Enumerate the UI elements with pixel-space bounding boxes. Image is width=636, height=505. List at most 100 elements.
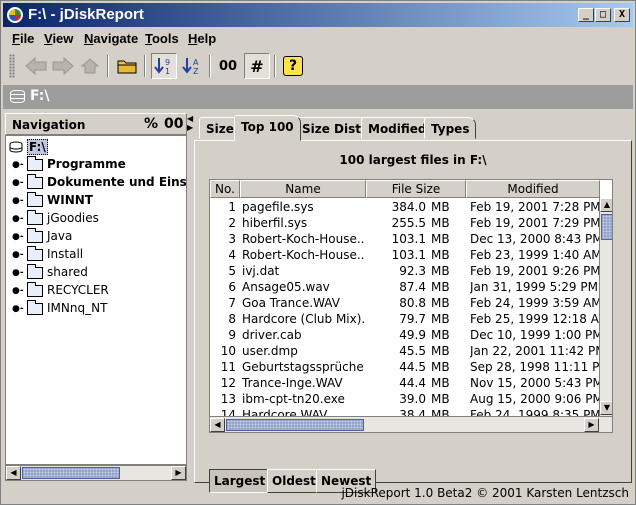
expand-icon[interactable]: ●-	[12, 287, 24, 296]
scroll-left-icon[interactable]: ◀	[210, 418, 225, 432]
svg-text:1: 1	[165, 67, 170, 76]
expand-icon[interactable]: ●-	[12, 179, 24, 188]
menu-tools[interactable]: Tools	[145, 31, 179, 46]
percent-toggle[interactable]: %	[144, 116, 158, 132]
tab-top-100[interactable]: Top 100	[234, 115, 301, 141]
expand-icon[interactable]: ●-	[12, 161, 24, 170]
cell-unit: MB	[431, 216, 450, 230]
tab-types[interactable]: Types	[424, 117, 477, 139]
cell-modified: Feb 24, 1999 3:59 AM	[470, 296, 600, 310]
cell-no: 1	[228, 200, 236, 214]
folder-icon	[27, 282, 43, 297]
cell-unit: MB	[431, 248, 450, 262]
cell-unit: MB	[431, 296, 450, 310]
tab-modified[interactable]: Modified	[361, 117, 434, 139]
table-row[interactable]: 11 Geburtstagssprüche.... 44.5 MB Sep 28, 19…	[210, 359, 600, 375]
tree-item-label: Install	[47, 247, 84, 261]
expand-icon[interactable]: ●-	[12, 269, 24, 278]
scroll-left-icon[interactable]: ◀	[6, 466, 21, 480]
column-header-no[interactable]: No.	[210, 180, 240, 198]
cell-modified: Dec 13, 2000 8:43 PM	[470, 232, 600, 246]
forward-icon[interactable]	[50, 53, 76, 79]
cell-no: 8	[228, 312, 236, 326]
expand-icon[interactable]: ●-	[12, 305, 24, 314]
title-bar[interactable]: F:\ - jDiskReport _ □ X	[3, 3, 633, 27]
size-toggle[interactable]: 00	[164, 116, 183, 132]
menu-navigate[interactable]: Navigate	[84, 31, 138, 46]
tree-item-label: jGoodies	[47, 211, 99, 225]
table-header: No. Name File Size Modified	[210, 180, 612, 198]
count-view-button[interactable]: #	[244, 53, 270, 79]
help-button[interactable]: ?	[280, 53, 306, 79]
folder-icon	[27, 264, 43, 279]
expand-icon[interactable]: ●-	[12, 197, 24, 206]
split-divider[interactable]: ◀ ▶	[187, 113, 193, 483]
table-row[interactable]: 4 Robert-Koch-House... 103.1 MB Feb 23, 1999…	[210, 247, 600, 263]
disk-icon	[10, 90, 25, 103]
app-logo-icon	[7, 7, 23, 23]
table-row[interactable]: 13 ibm-cpt-tn20.exe 39.0 MB Aug 15, 2000 9:0…	[210, 391, 600, 407]
cell-modified: Feb 19, 2001 7:28 PM	[470, 200, 600, 214]
scrollbar-thumb[interactable]	[226, 419, 364, 431]
menu-file[interactable]: File	[12, 31, 34, 46]
scrollbar-thumb[interactable]	[601, 214, 612, 240]
tree-item-label: IMNnq_NT	[47, 301, 108, 315]
collapse-right-icon[interactable]: ▶	[187, 124, 193, 132]
cell-modified: Feb 23, 1999 1:40 AM	[470, 248, 600, 262]
cell-no: 7	[228, 296, 236, 310]
toolbar-separator	[274, 55, 276, 77]
table-row[interactable]: 5 ivj.dat 92.3 MB Feb 19, 2001 9:26 PM	[210, 263, 600, 279]
cell-size: 103.1	[391, 232, 426, 246]
scroll-right-icon[interactable]: ▶	[584, 418, 599, 432]
table-horizontal-scrollbar[interactable]: ◀ ▶	[210, 416, 612, 432]
expand-icon[interactable]: ●-	[12, 251, 24, 260]
open-folder-icon[interactable]	[114, 53, 140, 79]
table-row[interactable]: 3 Robert-Koch-House... 103.1 MB Dec 13, 2000…	[210, 231, 600, 247]
table-row[interactable]: 7 Goa Trance.WAV 80.8 MB Feb 24, 1999 3:59 A…	[210, 295, 600, 311]
column-header-modified[interactable]: Modified	[466, 180, 600, 198]
scroll-right-icon[interactable]: ▶	[171, 466, 186, 480]
table-row[interactable]: 8 Hardcore (Club Mix).... 79.7 MB Feb 25, 19…	[210, 311, 600, 327]
window-title: F:\ - jDiskReport	[28, 6, 144, 23]
cell-size: 80.8	[399, 296, 426, 310]
menu-help[interactable]: Help	[188, 31, 216, 46]
cell-size: 39.0	[399, 392, 426, 406]
folder-icon	[27, 210, 43, 225]
tab-panel: 100 largest files in F:\ No. Name File S…	[194, 140, 632, 493]
cell-modified: Nov 15, 2000 5:43 PM	[470, 376, 600, 390]
cell-name: user.dmp	[242, 344, 298, 358]
sort-by-name-icon[interactable]: AZ	[179, 53, 205, 79]
folder-icon	[27, 192, 43, 207]
expand-icon[interactable]: ●-	[12, 215, 24, 224]
table-row[interactable]: 10 user.dmp 45.5 MB Jan 22, 2001 11:42 PM	[210, 343, 600, 359]
navigation-horizontal-scrollbar[interactable]: ◀ ▶	[5, 465, 187, 481]
collapse-left-icon[interactable]: ◀	[187, 115, 193, 123]
cell-no: 12	[220, 376, 236, 390]
table-row[interactable]: 2 hiberfil.sys 255.5 MB Feb 19, 2001 7:29 PM	[210, 215, 600, 231]
cell-name: Robert-Koch-House...	[242, 248, 364, 262]
scrollbar-thumb[interactable]	[22, 467, 120, 479]
navigation-tree[interactable]: F:\ ●- Programme ●- Dokumente und Einste…	[5, 135, 187, 465]
back-icon[interactable]	[23, 53, 49, 79]
menu-view[interactable]: View	[44, 31, 73, 46]
cell-size: 92.3	[399, 264, 426, 278]
cell-unit: MB	[431, 280, 450, 294]
column-header-file-size[interactable]: File Size	[366, 180, 466, 198]
app-window: F:\ - jDiskReport _ □ X File View Naviga…	[0, 0, 636, 505]
table-row[interactable]: 1 pagefile.sys 384.0 MB Feb 19, 2001 7:28 PM	[210, 199, 600, 215]
close-button[interactable]: X	[614, 8, 630, 22]
scroll-down-icon[interactable]: ▼	[600, 401, 612, 415]
maximize-button[interactable]: □	[595, 8, 611, 22]
minimize-button[interactable]: _	[578, 8, 594, 22]
table-row[interactable]: 9 driver.cab 49.9 MB Dec 10, 1999 1:00 PM	[210, 327, 600, 343]
column-header-name[interactable]: Name	[240, 180, 366, 198]
size-view-button[interactable]: 00	[215, 53, 241, 79]
table-vertical-scrollbar[interactable]: ▲ ▼	[599, 198, 612, 416]
home-icon[interactable]	[77, 53, 103, 79]
expand-icon[interactable]: ●-	[12, 233, 24, 242]
toolbar-grip[interactable]	[9, 54, 15, 78]
table-row[interactable]: 12 Trance-Inge.WAV 44.4 MB Nov 15, 2000 5:43…	[210, 375, 600, 391]
sort-by-size-icon[interactable]: 91	[151, 53, 177, 79]
table-row[interactable]: 6 Ansage05.wav 87.4 MB Jan 31, 1999 5:29 PM	[210, 279, 600, 295]
scroll-up-icon[interactable]: ▲	[600, 198, 612, 212]
